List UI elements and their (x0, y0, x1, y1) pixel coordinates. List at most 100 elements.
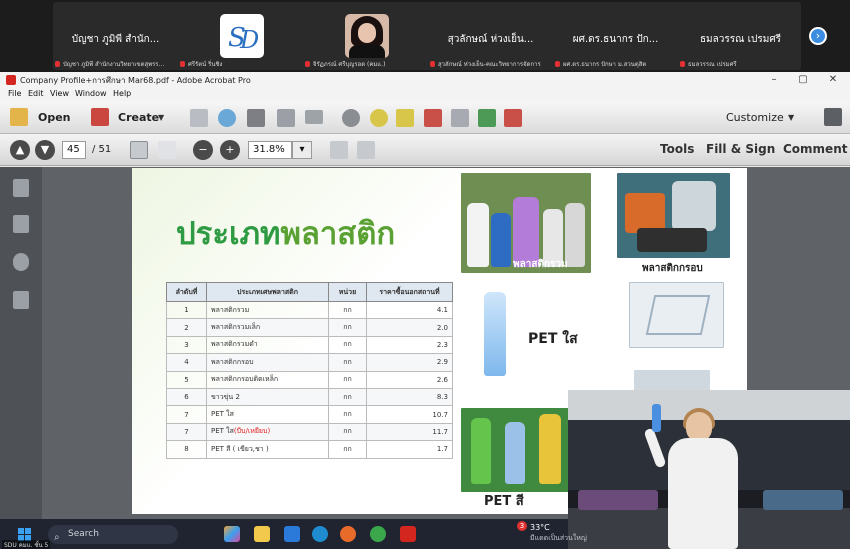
brittle-plastic-photo (617, 173, 730, 258)
weather-desc: มีแดดเป็นส่วนใหญ่ (530, 534, 587, 542)
menu-window[interactable]: Window (75, 89, 107, 98)
attachment-icon[interactable] (13, 253, 29, 271)
participant-tile[interactable]: S D ศรีรัตน์ ริ่นชิง (178, 2, 303, 70)
weather-widget[interactable]: 33°C มีแดดเป็นส่วนใหญ่ (530, 522, 587, 544)
participant-tile[interactable]: ผศ.ดร.ธนากร ปัก... ผศ.ดร.ธนากร ปักษา ม.ส… (553, 2, 678, 70)
print-icon[interactable] (247, 109, 265, 127)
pet-color-label: PET สี (484, 494, 524, 509)
taskbar-search-box[interactable]: ⌕ Search (48, 525, 178, 544)
row-number: 5 (166, 370, 207, 389)
acrobat-app-icon (6, 75, 16, 85)
participant-tile[interactable]: บัญชา ภูมิพี สำนัก... บัญชา ภูมิพี สำนัก… (53, 2, 178, 70)
table-body: 1 พลาสติกรวม กก 4.1 2 พลาสติกรวมเล็ก กก 2.0 3 พลา… (166, 300, 453, 459)
row-type-text: PET ใส (211, 410, 234, 419)
comment-bubble-icon[interactable] (370, 109, 388, 127)
pet-clear-label: PET ใส (528, 331, 578, 347)
expand-icon[interactable] (824, 108, 842, 126)
edge-icon[interactable] (312, 526, 328, 542)
row-price-text: 2.9 (436, 358, 448, 367)
store-icon[interactable] (284, 526, 300, 542)
slide-title-part2: พลาสติก (280, 216, 396, 252)
mic-muted-icon (305, 61, 310, 67)
row-type-text: พลาสติกกรอบติดเหล็ก (211, 375, 279, 384)
column-header: หน่วย (328, 282, 367, 302)
row-number: 4 (166, 353, 207, 372)
page-thumbnails-icon[interactable] (13, 179, 29, 197)
menu-view[interactable]: View (50, 89, 69, 98)
zoom-level-input[interactable]: 31.8% (248, 141, 292, 159)
svg-text:D: D (239, 26, 259, 54)
chevron-down-icon[interactable]: ▾ (292, 141, 312, 159)
tools-pane-button[interactable]: Tools (660, 142, 694, 156)
row-unit-text: กก (343, 305, 352, 314)
avatar (345, 14, 389, 58)
next-page-icon[interactable]: ▼ (35, 140, 55, 160)
zoom-out-icon[interactable]: − (193, 140, 213, 160)
slide-title: ประเภทพลาสติก (176, 208, 395, 258)
firefox-icon[interactable] (340, 526, 356, 542)
extract-page-icon[interactable] (478, 109, 496, 127)
slide-title-part1: ประเภท (176, 216, 281, 252)
menu-edit[interactable]: Edit (28, 89, 44, 98)
participant-tile[interactable]: จิรัฏภรณ์ ศรีบุญรอด (คมแ.) (303, 2, 428, 70)
bookmark-icon[interactable] (13, 215, 29, 233)
zoom-in-icon[interactable]: + (220, 140, 240, 160)
file-explorer-icon[interactable] (254, 526, 270, 542)
menu-help[interactable]: Help (113, 89, 131, 98)
participant-name: ธมลวรรณ เปรมศรี (699, 34, 782, 45)
chevron-down-icon[interactable]: ▼ (158, 113, 164, 122)
chrome-icon[interactable] (370, 526, 386, 542)
maximize-button[interactable]: ▢ (793, 73, 813, 87)
minimize-button[interactable]: – (764, 73, 784, 87)
gear-icon[interactable] (342, 109, 360, 127)
table-row: 7 PET ใส(บีบ/เหยียบ) กก 11.7 (166, 422, 453, 442)
delete-page-icon[interactable] (424, 109, 442, 127)
row-price: 2.0 (366, 318, 453, 337)
sign-icon[interactable] (504, 109, 522, 127)
acrobat-taskbar-icon[interactable] (400, 526, 416, 542)
close-button[interactable]: ✕ (823, 73, 843, 87)
row-number-text: 6 (184, 393, 189, 402)
row-unit: กก (328, 440, 367, 459)
row-price-text: 8.3 (436, 393, 448, 402)
fit-page-icon[interactable] (357, 141, 375, 159)
signature-icon[interactable] (13, 291, 29, 309)
row-unit-text: กก (343, 323, 352, 332)
row-type: PET สี ( เขียว,ชา ) (206, 440, 329, 459)
cloud-upload-icon[interactable] (218, 109, 236, 127)
open-button[interactable]: Open (38, 107, 71, 129)
column-header: ประเภทเศษพลาสติก (206, 282, 329, 302)
previous-page-icon[interactable]: ▲ (10, 140, 30, 160)
row-unit-text: กก (343, 340, 352, 349)
copilot-icon[interactable] (224, 526, 240, 542)
email-icon[interactable] (305, 110, 323, 124)
comment-pane-button[interactable]: Comment (783, 142, 847, 156)
insert-page-icon[interactable] (451, 109, 469, 127)
table-row: 1 พลาสติกรวม กก 4.1 (166, 300, 453, 320)
table-items (578, 490, 658, 510)
navigation-toolbar: ▲ ▼ 45 / 51 − + 31.8% ▾ Tools Fill & Sig… (0, 134, 850, 166)
menu-file[interactable]: File (8, 89, 21, 98)
row-number: 6 (166, 387, 207, 407)
create-button[interactable]: Create (118, 107, 159, 129)
page-number-input[interactable]: 45 (62, 141, 86, 159)
row-number: 7 (166, 422, 207, 442)
save-icon[interactable] (190, 109, 208, 127)
table-row: 4 พลาสติกกรอบ กก 2.9 (166, 353, 453, 372)
select-cursor-icon[interactable] (130, 141, 148, 159)
presenter-video[interactable] (568, 390, 850, 549)
hand-tool-icon[interactable] (158, 141, 176, 159)
chevron-right-icon[interactable]: › (809, 27, 827, 45)
edit-document-icon[interactable] (277, 109, 295, 127)
participant-tile[interactable]: สุวลักษณ์ ห่วงเย็น... สุวลักษณ์ ห่วงเย็น… (428, 2, 553, 70)
row-type-text: ขาวขุ่น 2 (211, 392, 240, 401)
chevron-down-icon[interactable]: ▼ (788, 113, 794, 122)
row-unit: กก (328, 422, 367, 442)
mic-muted-icon (180, 61, 185, 67)
customize-button[interactable]: Customize (726, 107, 784, 129)
fill-sign-pane-button[interactable]: Fill & Sign (706, 142, 775, 156)
participant-tile[interactable]: ธมลวรรณ เปรมศรี ธมลวรรณ เปรมศรี (678, 2, 803, 70)
search-placeholder: Search (68, 529, 99, 539)
highlight-icon[interactable] (396, 109, 414, 127)
scroll-mode-icon[interactable] (330, 141, 348, 159)
